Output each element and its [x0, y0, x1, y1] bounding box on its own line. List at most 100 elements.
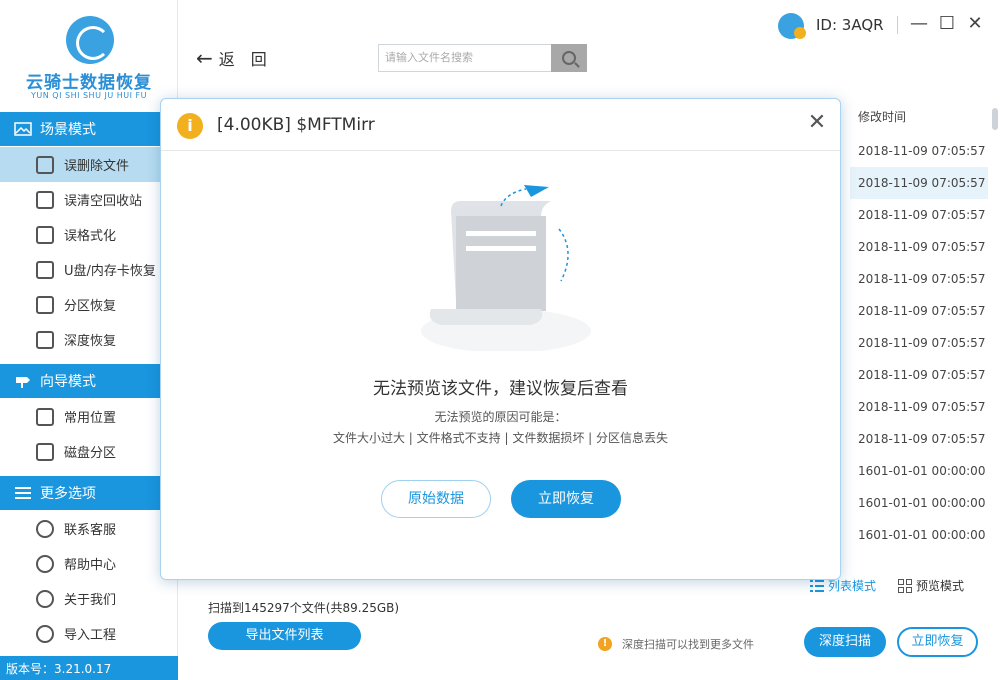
- table-row[interactable]: 2018-11-09 07:05:57: [850, 423, 988, 455]
- table-row[interactable]: 2018-11-09 07:05:57: [850, 231, 988, 263]
- sidebar-item-common-locations[interactable]: 常用位置: [0, 399, 160, 434]
- table-row[interactable]: 1601-01-01 00:00:00: [850, 519, 988, 551]
- picture-icon: [14, 122, 32, 136]
- table-row[interactable]: 2018-11-09 07:05:57: [850, 327, 988, 359]
- deep-scan-button[interactable]: 深度扫描: [804, 627, 886, 657]
- app-logo: 云骑士数据恢复 YUN QI SHI SHU JU HUI FU: [0, 0, 178, 110]
- scrollbar[interactable]: [992, 108, 998, 130]
- modified-time-cell: 2018-11-09 07:05:57: [858, 176, 986, 190]
- section-header-wizard-mode[interactable]: 向导模式: [0, 364, 160, 398]
- windows-icon: [36, 407, 54, 426]
- dialog-header: i [4.00KB] $MFTMirr ✕: [161, 99, 840, 151]
- modified-time-cell: 1601-01-01 00:00:00: [858, 464, 986, 478]
- sidebar-item-label: 关于我们: [64, 593, 117, 608]
- minimize-button[interactable]: —: [908, 12, 930, 36]
- import-icon: [36, 624, 54, 643]
- list-view-icon: [810, 579, 824, 592]
- close-icon[interactable]: ✕: [805, 111, 829, 135]
- file-recover-icon: [36, 155, 54, 174]
- menu-icon: [15, 487, 31, 499]
- table-row[interactable]: 2018-11-09 07:05:57: [850, 167, 988, 199]
- recover-now-button[interactable]: 立即恢复: [897, 627, 978, 657]
- export-file-list-button[interactable]: 导出文件列表: [208, 622, 361, 650]
- sidebar-item-help-center[interactable]: 帮助中心: [0, 546, 160, 581]
- deep-recovery-icon: [36, 330, 54, 349]
- modified-time-cell: 2018-11-09 07:05:57: [858, 368, 986, 382]
- dialog-title: [4.00KB] $MFTMirr: [217, 115, 375, 135]
- modified-time-cell: 2018-11-09 07:05:57: [858, 272, 986, 286]
- sidebar-item-about[interactable]: 关于我们: [0, 581, 160, 616]
- modified-time-cell: 2018-11-09 07:05:57: [858, 400, 986, 414]
- sidebar-item-label: 误清空回收站: [64, 194, 143, 209]
- sidebar-item-disk-partition[interactable]: 磁盘分区: [0, 434, 160, 469]
- vip-badge-icon: [794, 27, 806, 39]
- version-label: 版本号：3.21.0.17: [0, 656, 178, 680]
- dialog-recover-now-button[interactable]: 立即恢复: [511, 480, 621, 518]
- sidebar-item-label: 分区恢复: [64, 299, 117, 314]
- sidebar-item-formatted[interactable]: 误格式化: [0, 217, 160, 252]
- partition-icon: [36, 295, 54, 314]
- raw-data-button[interactable]: 原始数据: [381, 480, 491, 518]
- modified-time-cell: 2018-11-09 07:05:57: [858, 336, 986, 350]
- search-icon: [562, 51, 576, 65]
- grid-view-icon: [898, 578, 912, 593]
- logo-icon: [66, 16, 114, 64]
- sidebar-item-label: 误格式化: [64, 229, 117, 244]
- disk-format-icon: [36, 225, 54, 244]
- usb-drive-icon: [36, 260, 54, 279]
- table-row[interactable]: 2018-11-09 07:05:57: [850, 263, 988, 295]
- document-illustration: [421, 185, 591, 351]
- back-button[interactable]: ← 返 回: [196, 46, 267, 70]
- hard-disk-icon: [36, 442, 54, 461]
- warning-icon: !: [598, 637, 612, 651]
- column-header-modified-time[interactable]: 修改时间: [858, 108, 906, 125]
- search-button[interactable]: [551, 44, 587, 72]
- sidebar-item-label: 磁盘分区: [64, 446, 117, 461]
- reason-list: 文件大小过大 | 文件格式不支持 | 文件数据损坏 | 分区信息丢失: [332, 431, 669, 445]
- back-label: 返 回: [218, 50, 267, 69]
- info-icon: [36, 589, 54, 608]
- table-row[interactable]: 1601-01-01 00:00:00: [850, 487, 988, 519]
- sidebar-item-usb-card[interactable]: U盘/内存卡恢复: [0, 252, 160, 287]
- table-row[interactable]: 2018-11-09 07:05:57: [850, 135, 988, 167]
- table-row[interactable]: 2018-11-09 07:05:57: [850, 359, 988, 391]
- close-window-button[interactable]: ✕: [964, 12, 986, 36]
- section-header-more-options[interactable]: 更多选项: [0, 476, 160, 510]
- section-title: 更多选项: [40, 486, 96, 502]
- scan-summary: 扫描到145297个文件(共89.25GB): [208, 601, 400, 615]
- preview-mode-toggle[interactable]: 预览模式: [898, 577, 964, 594]
- table-row[interactable]: 1601-01-01 00:00:00: [850, 455, 988, 487]
- logo-title: 云骑士数据恢复: [26, 73, 152, 93]
- help-icon: [36, 554, 54, 573]
- sidebar-item-label: 常用位置: [64, 411, 117, 426]
- reason-title: 无法预览的原因可能是：: [434, 410, 567, 424]
- sidebar-item-partition[interactable]: 分区恢复: [0, 287, 160, 322]
- search-input[interactable]: 请输入文件名搜索: [378, 44, 552, 72]
- deep-scan-hint: ! 深度扫描可以找到更多文件: [598, 636, 754, 652]
- sidebar-item-deleted-files[interactable]: 误删除文件: [0, 147, 160, 182]
- divider: [897, 16, 898, 34]
- sidebar-item-recycle-bin[interactable]: 误清空回收站: [0, 182, 160, 217]
- preview-mode-label: 预览模式: [916, 579, 965, 593]
- recycle-bin-icon: [36, 190, 54, 209]
- table-row[interactable]: 2018-11-09 07:05:57: [850, 199, 988, 231]
- info-warning-icon: i: [177, 113, 203, 139]
- logo-subtitle: YUN QI SHI SHU JU HUI FU: [31, 91, 147, 100]
- arrow-left-icon: ←: [196, 46, 213, 70]
- sidebar: 云骑士数据恢复 YUN QI SHI SHU JU HUI FU 场景模式 误删…: [0, 0, 178, 680]
- table-row[interactable]: 2018-11-09 07:05:57: [850, 295, 988, 327]
- maximize-button[interactable]: ☐: [936, 12, 958, 36]
- table-row[interactable]: 2018-11-09 07:05:57: [850, 391, 988, 423]
- sidebar-item-contact-support[interactable]: 联系客服: [0, 511, 160, 546]
- sidebar-item-label: 误删除文件: [64, 159, 130, 174]
- sidebar-item-import-project[interactable]: 导入工程: [0, 616, 160, 651]
- modified-time-cell: 2018-11-09 07:05:57: [858, 208, 986, 222]
- modified-time-cell: 2018-11-09 07:05:57: [858, 240, 986, 254]
- phone-icon: [36, 519, 54, 538]
- section-header-scene-mode[interactable]: 场景模式: [0, 112, 160, 146]
- user-id: ID: 3AQR: [816, 16, 884, 34]
- sidebar-item-deep-recovery[interactable]: 深度恢复: [0, 322, 160, 357]
- modified-time-cell: 2018-11-09 07:05:57: [858, 432, 986, 446]
- sidebar-item-label: 联系客服: [64, 523, 117, 538]
- modified-time-cell: 2018-11-09 07:05:57: [858, 304, 986, 318]
